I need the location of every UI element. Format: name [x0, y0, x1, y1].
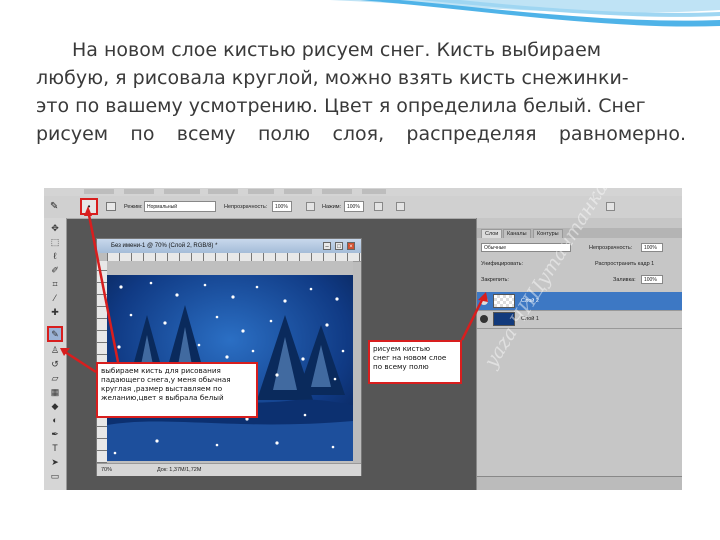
opacity-label: Непрозрачность: — [224, 204, 268, 210]
maximize-icon[interactable]: □ — [335, 242, 343, 250]
eyedropper-icon[interactable]: ⁄ — [49, 292, 61, 304]
header-swoosh — [330, 0, 720, 27]
mode-label: Режим: — [124, 204, 143, 210]
brush-preset-icon[interactable]: ✎ — [50, 201, 58, 212]
lasso-icon[interactable]: ℓ — [49, 250, 61, 262]
lock-label: Закрепить: — [481, 277, 509, 283]
blend-row: Обычные Непрозрачность: 100% — [477, 240, 682, 256]
workspace-icon[interactable] — [606, 202, 615, 211]
dodge-icon[interactable]: ◐ — [49, 414, 61, 426]
mode-select[interactable]: Нормальный — [144, 201, 216, 212]
fill-field[interactable]: 100% — [641, 275, 663, 284]
brush-callout-line-2: падающего снега,у меня обычная — [101, 375, 231, 384]
path-select-icon[interactable]: ➤ — [49, 456, 61, 468]
document-status-bar: 70% Док: 1,37M/1,72M — [97, 463, 361, 476]
tab-channels[interactable]: Каналы — [503, 229, 531, 238]
document-title: Без имени-1 @ 70% (Слой 2, RGB/8) * — [97, 239, 361, 253]
brush-callout: выбираем кисть для рисования падающего с… — [96, 362, 258, 418]
unify-label: Унифицировать: — [481, 261, 524, 267]
photoshop-screenshot: ✎ • Режим: Нормальный Непрозрачность: 10… — [44, 188, 682, 490]
close-icon[interactable]: × — [347, 242, 355, 250]
unify-row: Унифицировать: Распространить кадр 1 — [477, 256, 682, 272]
layer-thumbnail — [493, 294, 515, 308]
tab-layers[interactable]: Слои — [481, 229, 503, 238]
paragraph-line-2: любую, я рисовала круглой, можно взять к… — [36, 67, 629, 89]
panel-opacity-field[interactable]: 100% — [641, 243, 663, 252]
layer-row-2[interactable]: Слой 2 — [477, 292, 682, 311]
layers-panel-footer — [477, 476, 682, 490]
brush-callout-line-1: выбираем кисть для рисования — [101, 366, 221, 375]
paragraph-line-4: рисуем по всему полю слоя, распределяя р… — [36, 123, 686, 145]
crop-icon[interactable]: ⌗ — [49, 278, 61, 290]
paragraph-line-1: На новом слое кистью рисуем снег. Кисть … — [72, 39, 602, 61]
stamp-icon[interactable]: ♙ — [49, 344, 61, 356]
brush-icon[interactable]: ✎ — [47, 326, 63, 342]
pen-icon[interactable]: ✒ — [49, 428, 61, 440]
layer-callout: рисуем кистью снег на новом слое по всем… — [368, 340, 462, 384]
opacity-pressure-icon[interactable] — [306, 202, 315, 211]
layer-callout-line-1: рисуем кистью — [373, 344, 431, 353]
layer-callout-line-2: снег на новом слое — [373, 353, 447, 362]
opacity-field[interactable]: 100% — [272, 201, 292, 212]
airbrush-icon[interactable] — [374, 202, 383, 211]
history-brush-icon[interactable]: ↺ — [49, 358, 61, 370]
layer-callout-line-3: по всему полю — [373, 362, 429, 371]
brush-callout-line-3: круглая ,размер выставляем по — [101, 384, 223, 393]
visibility-eye-icon[interactable] — [480, 315, 488, 323]
quick-select-icon[interactable]: ✐ — [49, 264, 61, 276]
propagate-label[interactable]: Распространить кадр 1 — [595, 261, 654, 267]
eraser-icon[interactable]: ▱ — [49, 372, 61, 384]
healing-icon[interactable]: ✚ — [49, 306, 61, 318]
document-size-info: Док: 1,37M/1,72M — [157, 467, 202, 473]
visibility-eye-icon[interactable] — [480, 297, 488, 305]
tablet-pressure-icon[interactable] — [396, 202, 405, 211]
minimize-icon[interactable]: – — [323, 242, 331, 250]
tools-panel: ✥ ⬚ ℓ ✐ ⌗ ⁄ ✚ ✎ ♙ ↺ ▱ ▦ ◆ ◐ ✒ T ➤ ▭ — [44, 218, 67, 490]
paragraph-line-3: это по вашему усмотрению. Цвет я определ… — [36, 95, 646, 117]
type-icon[interactable]: T — [49, 442, 61, 454]
brush-size-picker[interactable]: • — [80, 198, 98, 215]
panel-toggle-icon[interactable] — [106, 202, 116, 211]
lock-row: Закрепить: Заливка: 100% — [477, 272, 682, 288]
panel-opacity-label: Непрозрачность: — [589, 245, 633, 251]
blur-icon[interactable]: ◆ — [49, 400, 61, 412]
move-icon[interactable]: ✥ — [49, 222, 61, 234]
brush-callout-line-4: желанию,цвет я выбрала белый — [101, 393, 224, 402]
instruction-paragraph: На новом слое кистью рисуем снег. Кисть … — [36, 36, 686, 148]
zoom-level[interactable]: 70% — [101, 464, 112, 476]
fill-label: Заливка: — [613, 277, 636, 283]
pressure-label: Нажим: — [322, 204, 342, 210]
gradient-icon[interactable]: ▦ — [49, 386, 61, 398]
marquee-icon[interactable]: ⬚ — [49, 236, 61, 248]
pressure-field[interactable]: 100% — [344, 201, 364, 212]
document-window: Без имени-1 @ 70% (Слой 2, RGB/8) * – □ … — [96, 238, 362, 476]
shape-icon[interactable]: ▭ — [49, 470, 61, 482]
